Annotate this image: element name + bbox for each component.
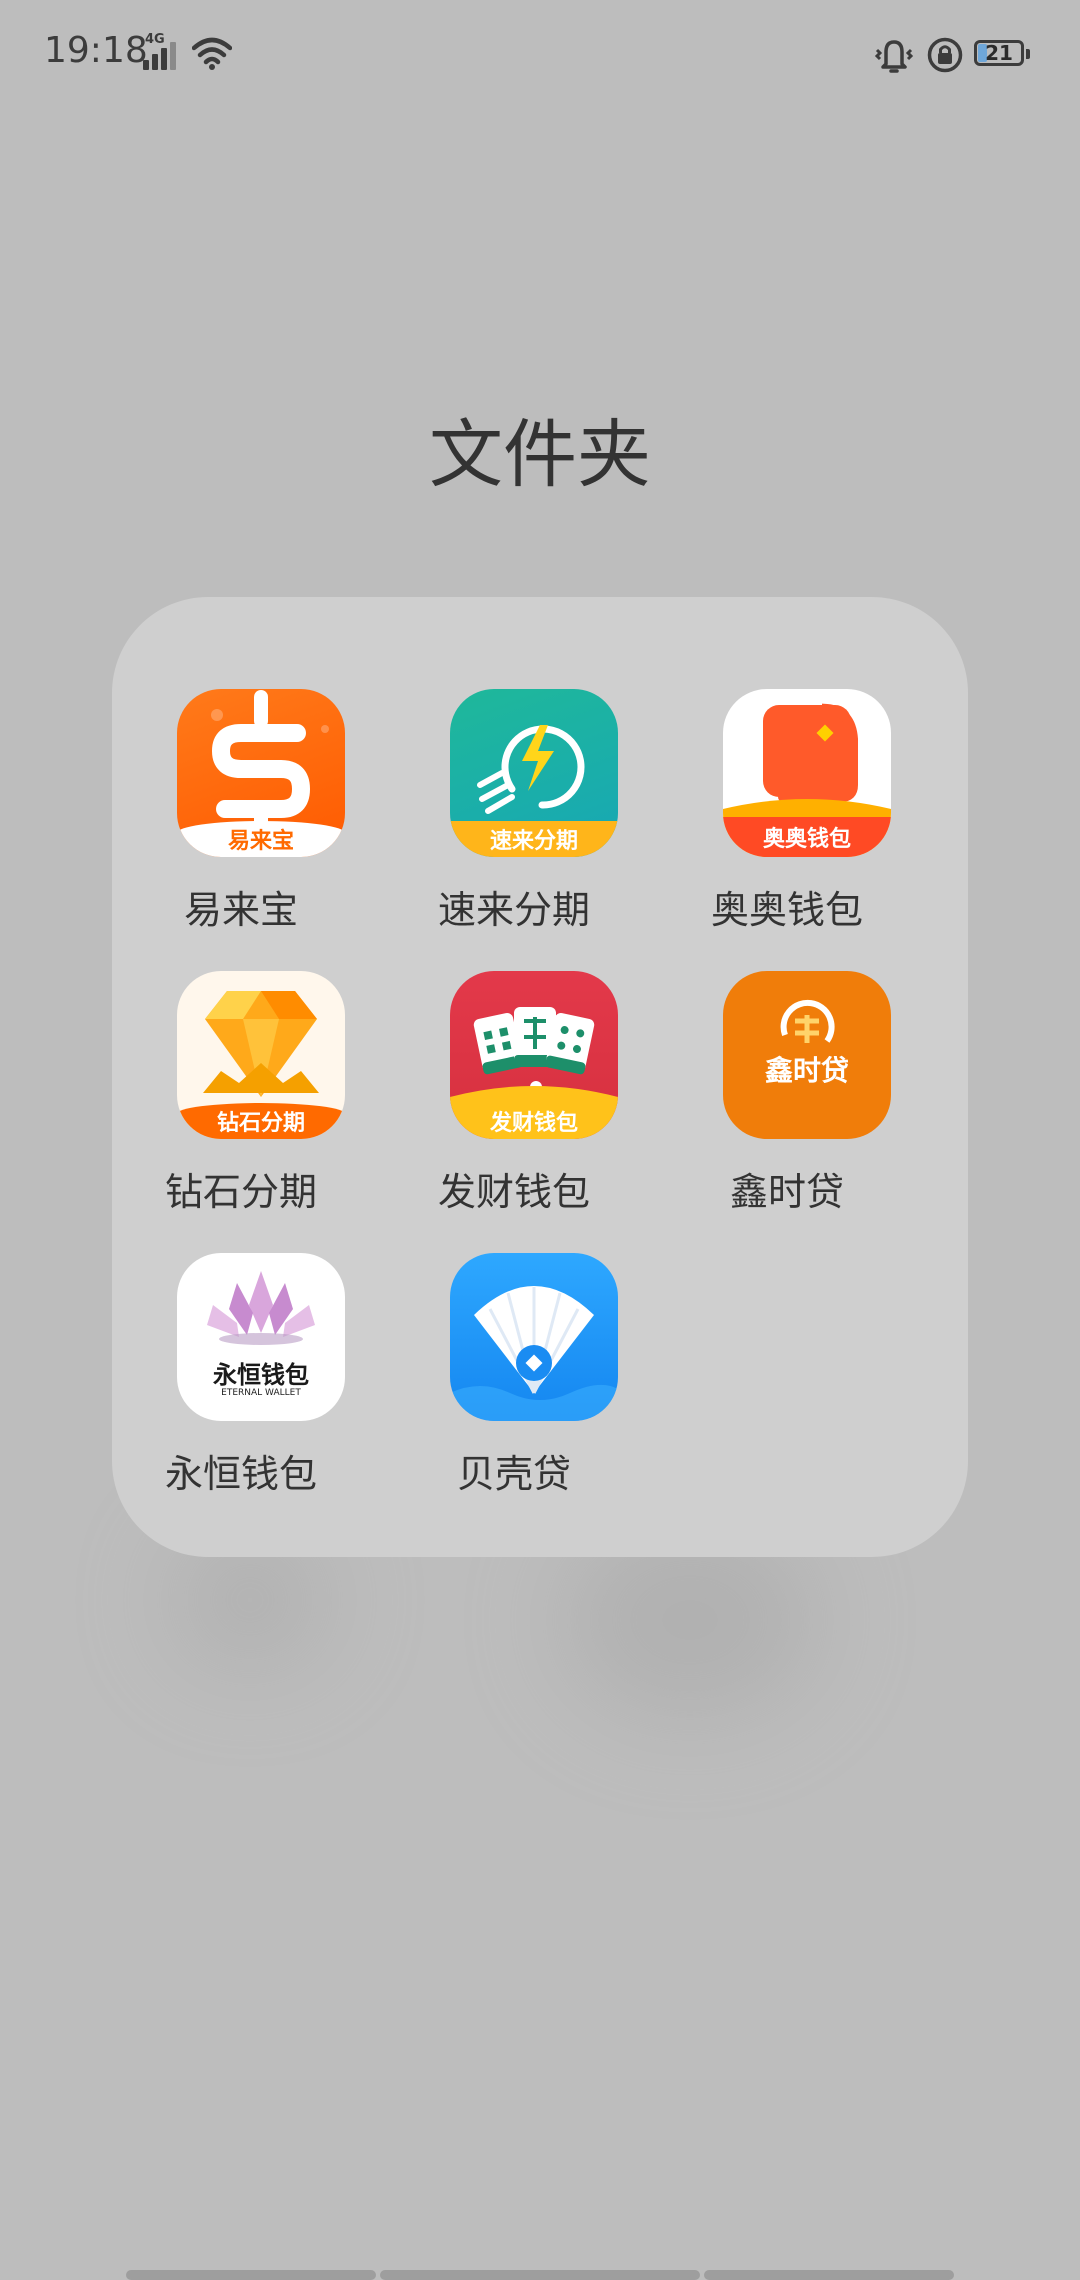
app-name: 速来分期 [437,888,590,932]
status-bar: 19:18 4G 21 [0,0,1080,110]
clock: 19:18 [44,30,148,71]
app-name: 发财钱包 [437,1170,590,1214]
diamond-fenqi-app-icon[interactable]: 钻石分期 [177,971,345,1139]
app-diamond-fenqi[interactable]: 钻石分期 钻石分期 [112,971,372,1221]
app-sulai-fenqi[interactable]: 速来分期 速来分期 [385,689,645,939]
beike-loan-app-icon[interactable] [450,1253,618,1421]
vibrate-icon [872,36,916,74]
app-icon-label: 易来宝 [177,821,345,857]
app-name: 奥奥钱包 [710,888,863,932]
app-eternal-wallet[interactable]: ETERNAL WALLET 永恒钱包 永恒钱包 [112,1253,372,1503]
wifi-icon [192,36,232,70]
home-indicator[interactable] [380,2270,700,2280]
app-xinshidai[interactable]: 鑫时贷 鑫时贷 [658,971,918,1221]
app-name: 永恒钱包 [164,1452,317,1496]
folder-panel: 易来宝 易来宝 速来分期 速来分期 奥奥钱包 奥奥钱包 钻石分期 钻石分期 发财… [112,597,968,1557]
app-aoao-wallet[interactable]: 奥奥钱包 奥奥钱包 [658,689,918,939]
rotation-lock-icon [926,36,964,74]
folder-title[interactable]: 文件夹 [0,395,1080,502]
battery-level: 21 [985,41,1013,65]
facai-wallet-app-icon[interactable]: 发财钱包 [450,971,618,1139]
signal-icon: 4G [143,32,183,70]
aoao-wallet-app-icon[interactable]: 奥奥钱包 [723,689,891,857]
xinshidai-app-icon[interactable]: 鑫时贷 [723,971,891,1139]
app-icon-label: 钻石分期 [177,1103,345,1139]
app-icon-sublabel: ETERNAL WALLET [221,1388,301,1398]
app-icon-label: 鑫时贷 [764,1054,849,1087]
home-indicator[interactable] [126,2270,376,2280]
app-yilaibao[interactable]: 易来宝 易来宝 [112,689,372,939]
eternal-wallet-app-icon[interactable]: ETERNAL WALLET 永恒钱包 [177,1253,345,1421]
app-icon-label: 奥奥钱包 [723,817,891,857]
app-name: 鑫时贷 [729,1170,844,1214]
app-facai-wallet[interactable]: 发财钱包 发财钱包 [385,971,645,1221]
app-icon-label: 永恒钱包 [213,1360,309,1389]
app-name: 贝壳贷 [456,1452,571,1496]
yilaibao-app-icon[interactable]: 易来宝 [177,689,345,857]
home-indicator[interactable] [704,2270,954,2280]
app-name: 钻石分期 [164,1170,317,1214]
app-icon-label: 速来分期 [450,821,618,857]
app-icon-label: 发财钱包 [489,1111,578,1136]
battery-icon: 21 [974,40,1030,70]
app-beike-loan[interactable]: 贝壳贷 [385,1253,645,1503]
sulai-fenqi-app-icon[interactable]: 速来分期 [450,689,618,857]
app-name: 易来宝 [183,888,298,932]
network-type-label: 4G [145,32,165,47]
